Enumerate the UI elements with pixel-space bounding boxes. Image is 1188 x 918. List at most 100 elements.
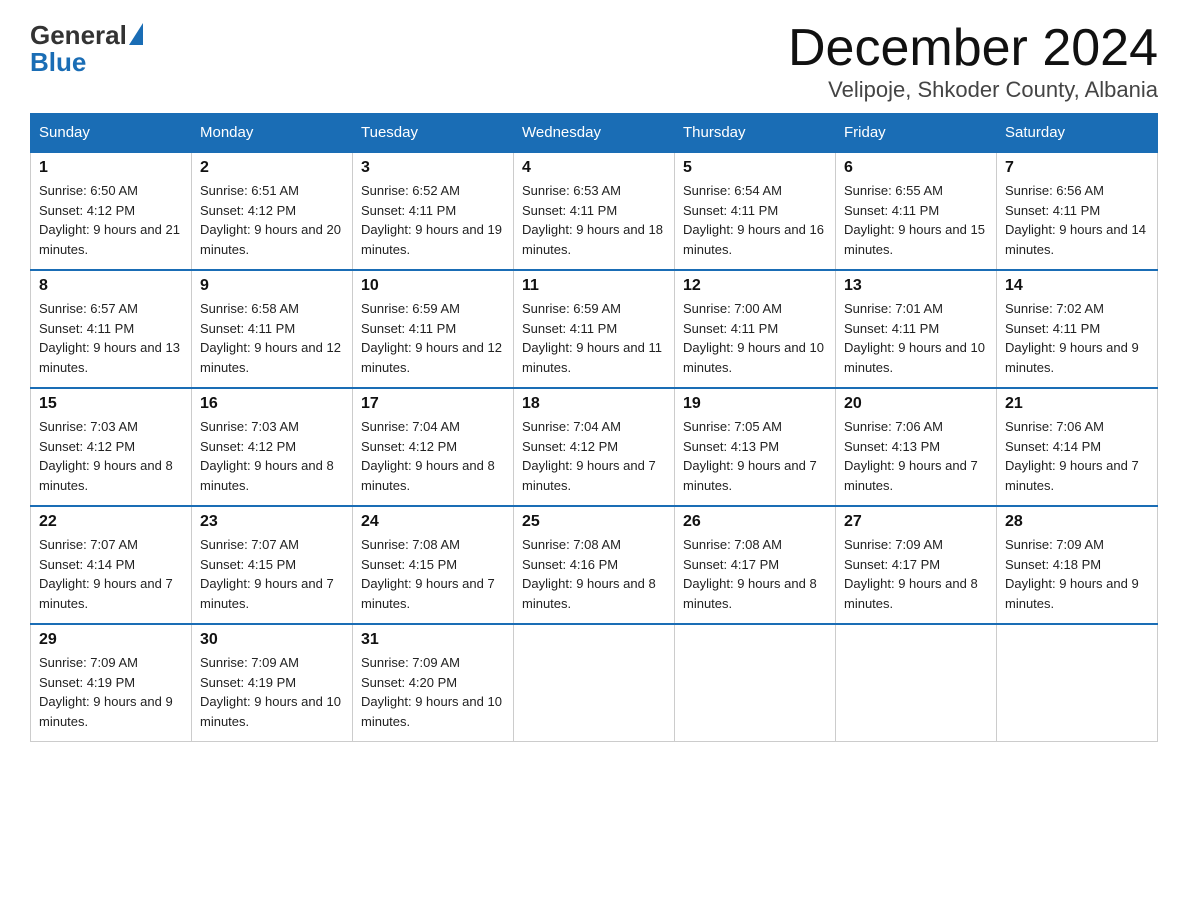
day-number: 16 <box>200 395 344 413</box>
day-info: Sunrise: 6:59 AMSunset: 4:11 PMDaylight:… <box>522 301 662 375</box>
day-info: Sunrise: 6:53 AMSunset: 4:11 PMDaylight:… <box>522 183 663 257</box>
day-number: 18 <box>522 395 666 413</box>
day-info: Sunrise: 6:51 AMSunset: 4:12 PMDaylight:… <box>200 183 341 257</box>
logo-flag-icon <box>129 23 143 45</box>
day-info: Sunrise: 7:09 AMSunset: 4:20 PMDaylight:… <box>361 655 502 729</box>
day-number: 19 <box>683 395 827 413</box>
calendar-week-row: 8 Sunrise: 6:57 AMSunset: 4:11 PMDayligh… <box>31 270 1158 388</box>
weekday-header-monday: Monday <box>192 114 353 153</box>
page-header: General Blue December 2024 Velipoje, Shk… <box>30 20 1158 103</box>
calendar-week-row: 15 Sunrise: 7:03 AMSunset: 4:12 PMDaylig… <box>31 388 1158 506</box>
day-number: 28 <box>1005 513 1149 531</box>
day-info: Sunrise: 7:06 AMSunset: 4:13 PMDaylight:… <box>844 419 978 493</box>
calendar-day-cell: 6 Sunrise: 6:55 AMSunset: 4:11 PMDayligh… <box>836 152 997 270</box>
day-info: Sunrise: 7:08 AMSunset: 4:17 PMDaylight:… <box>683 537 817 611</box>
calendar-day-cell: 19 Sunrise: 7:05 AMSunset: 4:13 PMDaylig… <box>675 388 836 506</box>
day-number: 10 <box>361 277 505 295</box>
day-number: 8 <box>39 277 183 295</box>
day-number: 2 <box>200 159 344 177</box>
day-info: Sunrise: 7:09 AMSunset: 4:18 PMDaylight:… <box>1005 537 1139 611</box>
weekday-header-saturday: Saturday <box>997 114 1158 153</box>
calendar-day-cell: 9 Sunrise: 6:58 AMSunset: 4:11 PMDayligh… <box>192 270 353 388</box>
day-info: Sunrise: 7:03 AMSunset: 4:12 PMDaylight:… <box>39 419 173 493</box>
day-number: 5 <box>683 159 827 177</box>
calendar-day-cell: 28 Sunrise: 7:09 AMSunset: 4:18 PMDaylig… <box>997 506 1158 624</box>
day-info: Sunrise: 7:01 AMSunset: 4:11 PMDaylight:… <box>844 301 985 375</box>
calendar-day-cell: 29 Sunrise: 7:09 AMSunset: 4:19 PMDaylig… <box>31 624 192 742</box>
month-title: December 2024 <box>788 20 1158 77</box>
day-info: Sunrise: 7:04 AMSunset: 4:12 PMDaylight:… <box>522 419 656 493</box>
calendar-day-cell: 3 Sunrise: 6:52 AMSunset: 4:11 PMDayligh… <box>353 152 514 270</box>
calendar-day-cell: 26 Sunrise: 7:08 AMSunset: 4:17 PMDaylig… <box>675 506 836 624</box>
day-number: 17 <box>361 395 505 413</box>
calendar-day-cell: 16 Sunrise: 7:03 AMSunset: 4:12 PMDaylig… <box>192 388 353 506</box>
day-number: 25 <box>522 513 666 531</box>
day-number: 24 <box>361 513 505 531</box>
calendar-day-cell: 5 Sunrise: 6:54 AMSunset: 4:11 PMDayligh… <box>675 152 836 270</box>
day-number: 3 <box>361 159 505 177</box>
day-number: 9 <box>200 277 344 295</box>
day-number: 27 <box>844 513 988 531</box>
calendar-day-cell: 25 Sunrise: 7:08 AMSunset: 4:16 PMDaylig… <box>514 506 675 624</box>
logo: General Blue <box>30 20 143 78</box>
calendar-day-cell: 20 Sunrise: 7:06 AMSunset: 4:13 PMDaylig… <box>836 388 997 506</box>
calendar-day-cell: 27 Sunrise: 7:09 AMSunset: 4:17 PMDaylig… <box>836 506 997 624</box>
calendar-day-cell: 11 Sunrise: 6:59 AMSunset: 4:11 PMDaylig… <box>514 270 675 388</box>
day-info: Sunrise: 7:06 AMSunset: 4:14 PMDaylight:… <box>1005 419 1139 493</box>
day-number: 4 <box>522 159 666 177</box>
calendar-table: SundayMondayTuesdayWednesdayThursdayFrid… <box>30 113 1158 742</box>
day-info: Sunrise: 7:00 AMSunset: 4:11 PMDaylight:… <box>683 301 824 375</box>
day-info: Sunrise: 6:54 AMSunset: 4:11 PMDaylight:… <box>683 183 824 257</box>
calendar-day-cell: 12 Sunrise: 7:00 AMSunset: 4:11 PMDaylig… <box>675 270 836 388</box>
day-info: Sunrise: 6:57 AMSunset: 4:11 PMDaylight:… <box>39 301 180 375</box>
day-number: 20 <box>844 395 988 413</box>
calendar-day-cell: 15 Sunrise: 7:03 AMSunset: 4:12 PMDaylig… <box>31 388 192 506</box>
day-info: Sunrise: 6:56 AMSunset: 4:11 PMDaylight:… <box>1005 183 1146 257</box>
calendar-week-row: 29 Sunrise: 7:09 AMSunset: 4:19 PMDaylig… <box>31 624 1158 742</box>
calendar-day-cell <box>514 624 675 742</box>
weekday-header-tuesday: Tuesday <box>353 114 514 153</box>
calendar-day-cell: 4 Sunrise: 6:53 AMSunset: 4:11 PMDayligh… <box>514 152 675 270</box>
weekday-header-thursday: Thursday <box>675 114 836 153</box>
calendar-week-row: 1 Sunrise: 6:50 AMSunset: 4:12 PMDayligh… <box>31 152 1158 270</box>
calendar-day-cell: 7 Sunrise: 6:56 AMSunset: 4:11 PMDayligh… <box>997 152 1158 270</box>
calendar-day-cell: 14 Sunrise: 7:02 AMSunset: 4:11 PMDaylig… <box>997 270 1158 388</box>
calendar-day-cell <box>675 624 836 742</box>
title-section: December 2024 Velipoje, Shkoder County, … <box>788 20 1158 103</box>
calendar-day-cell: 1 Sunrise: 6:50 AMSunset: 4:12 PMDayligh… <box>31 152 192 270</box>
calendar-day-cell: 31 Sunrise: 7:09 AMSunset: 4:20 PMDaylig… <box>353 624 514 742</box>
day-info: Sunrise: 6:55 AMSunset: 4:11 PMDaylight:… <box>844 183 985 257</box>
day-info: Sunrise: 7:02 AMSunset: 4:11 PMDaylight:… <box>1005 301 1139 375</box>
day-info: Sunrise: 7:08 AMSunset: 4:16 PMDaylight:… <box>522 537 656 611</box>
day-number: 30 <box>200 631 344 649</box>
weekday-header-sunday: Sunday <box>31 114 192 153</box>
day-info: Sunrise: 7:09 AMSunset: 4:17 PMDaylight:… <box>844 537 978 611</box>
calendar-day-cell <box>997 624 1158 742</box>
weekday-header-row: SundayMondayTuesdayWednesdayThursdayFrid… <box>31 114 1158 153</box>
location-subtitle: Velipoje, Shkoder County, Albania <box>788 77 1158 103</box>
day-number: 21 <box>1005 395 1149 413</box>
day-number: 1 <box>39 159 183 177</box>
day-info: Sunrise: 6:52 AMSunset: 4:11 PMDaylight:… <box>361 183 502 257</box>
day-info: Sunrise: 6:50 AMSunset: 4:12 PMDaylight:… <box>39 183 180 257</box>
calendar-day-cell: 21 Sunrise: 7:06 AMSunset: 4:14 PMDaylig… <box>997 388 1158 506</box>
calendar-body: 1 Sunrise: 6:50 AMSunset: 4:12 PMDayligh… <box>31 152 1158 742</box>
calendar-day-cell: 18 Sunrise: 7:04 AMSunset: 4:12 PMDaylig… <box>514 388 675 506</box>
day-info: Sunrise: 6:59 AMSunset: 4:11 PMDaylight:… <box>361 301 502 375</box>
calendar-week-row: 22 Sunrise: 7:07 AMSunset: 4:14 PMDaylig… <box>31 506 1158 624</box>
logo-blue-text: Blue <box>30 47 86 78</box>
day-info: Sunrise: 7:03 AMSunset: 4:12 PMDaylight:… <box>200 419 334 493</box>
day-info: Sunrise: 7:04 AMSunset: 4:12 PMDaylight:… <box>361 419 495 493</box>
day-number: 15 <box>39 395 183 413</box>
day-info: Sunrise: 7:05 AMSunset: 4:13 PMDaylight:… <box>683 419 817 493</box>
day-number: 31 <box>361 631 505 649</box>
calendar-day-cell: 10 Sunrise: 6:59 AMSunset: 4:11 PMDaylig… <box>353 270 514 388</box>
day-info: Sunrise: 7:08 AMSunset: 4:15 PMDaylight:… <box>361 537 495 611</box>
calendar-day-cell: 2 Sunrise: 6:51 AMSunset: 4:12 PMDayligh… <box>192 152 353 270</box>
day-info: Sunrise: 7:09 AMSunset: 4:19 PMDaylight:… <box>200 655 341 729</box>
calendar-header: SundayMondayTuesdayWednesdayThursdayFrid… <box>31 114 1158 153</box>
calendar-day-cell <box>836 624 997 742</box>
calendar-day-cell: 30 Sunrise: 7:09 AMSunset: 4:19 PMDaylig… <box>192 624 353 742</box>
weekday-header-friday: Friday <box>836 114 997 153</box>
calendar-day-cell: 23 Sunrise: 7:07 AMSunset: 4:15 PMDaylig… <box>192 506 353 624</box>
